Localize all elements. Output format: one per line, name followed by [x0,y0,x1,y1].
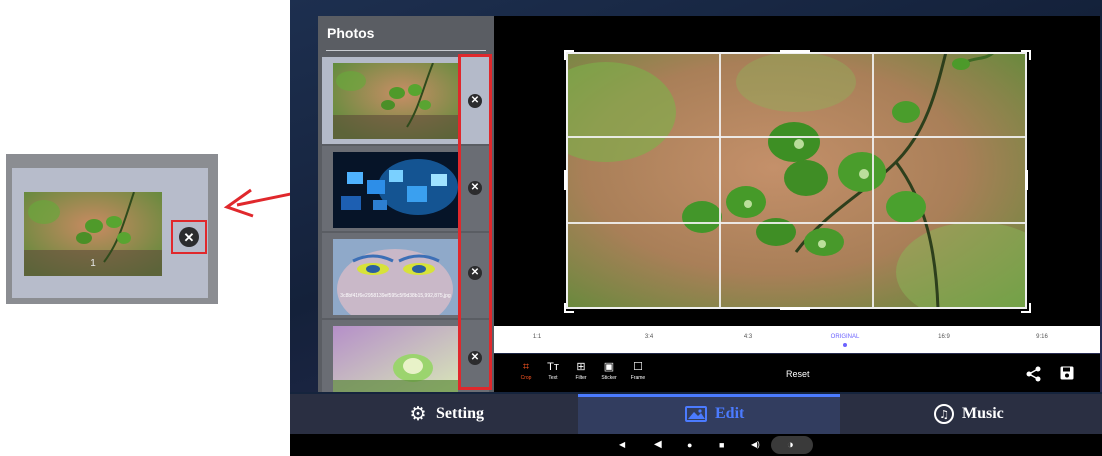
crop-edge-handle[interactable] [780,307,810,310]
ratio-16-9[interactable]: 16:9 [924,334,964,340]
tool-frame[interactable]: ☐ Frame [625,360,651,381]
crop-icon: ⌗ [522,361,530,373]
tool-filter[interactable]: ⊞ Filter [568,360,594,381]
crop-edge-handle[interactable] [1025,170,1028,190]
zoom-thumb-number: 1 [90,258,96,269]
system-nav-bar [290,434,1102,456]
text-icon: Tт [547,361,559,373]
share-icon[interactable] [1026,366,1042,386]
screenshot-icon: ◑ [787,439,794,451]
sticker-icon: ▣ [603,361,615,373]
crop-frame[interactable] [566,52,1027,309]
ratio-original[interactable]: ORIGINAL [825,334,865,340]
nav-edit-label: Edit [715,405,745,422]
gear-icon: ⚙ [409,403,427,425]
photo-thumbnail[interactable] [333,152,458,228]
zoom-close-icon[interactable]: ✕ [179,227,199,247]
tool-sticker[interactable]: ▣ Sticker [596,360,622,381]
photos-divider [326,50,486,51]
photo-thumbnail[interactable] [333,239,458,315]
ratio-1-1[interactable]: 1:1 [517,334,557,340]
photos-title: Photos [327,25,375,41]
crop-corner-handle[interactable] [564,303,574,313]
photo-thumbnail[interactable] [333,326,458,392]
save-icon[interactable] [1060,366,1074,380]
image-icon [685,406,707,422]
crop-corner-handle[interactable] [1021,50,1031,60]
photo-caption: 3c8bf41f6e2958139ef595c5f9d38b15,992,875… [340,293,451,299]
music-icon: ♫ [934,404,954,424]
ratio-3-4[interactable]: 3:4 [629,334,669,340]
nav-setting-label: Setting [436,405,484,422]
reset-button[interactable]: Reset [786,369,810,379]
nav-edit-indicator [578,394,840,397]
nav-music[interactable]: ♫ Music [934,403,1004,425]
aspect-ratio-bar [494,326,1100,353]
crop-corner-handle[interactable] [564,50,574,60]
nav-setting[interactable]: ⚙ Setting [408,403,484,425]
crop-corner-handle[interactable] [1021,303,1031,313]
nav-music-label: Music [962,405,1004,422]
tool-crop[interactable]: ⌗ Crop [513,360,539,381]
photo-thumbnail[interactable] [333,63,458,139]
close-buttons-highlight [458,54,492,390]
volume-down-icon[interactable]: ◀ [619,438,625,452]
volume-up-icon[interactable]: ◀) [751,438,760,452]
selected-ratio-indicator [843,343,847,347]
recents-icon[interactable]: ■ [719,438,724,452]
ratio-9-16[interactable]: 9:16 [1022,334,1062,340]
frame-icon: ☐ [633,361,643,373]
filter-icon: ⊞ [576,361,586,373]
back-icon[interactable]: ◀ [654,438,662,452]
crop-edge-handle[interactable] [564,170,567,190]
ratio-4-3[interactable]: 4:3 [728,334,768,340]
home-icon[interactable]: ● [687,438,692,452]
crop-edge-handle[interactable] [780,50,810,53]
tool-text[interactable]: Tт Text [540,360,566,381]
nav-edit[interactable]: Edit [685,403,744,425]
